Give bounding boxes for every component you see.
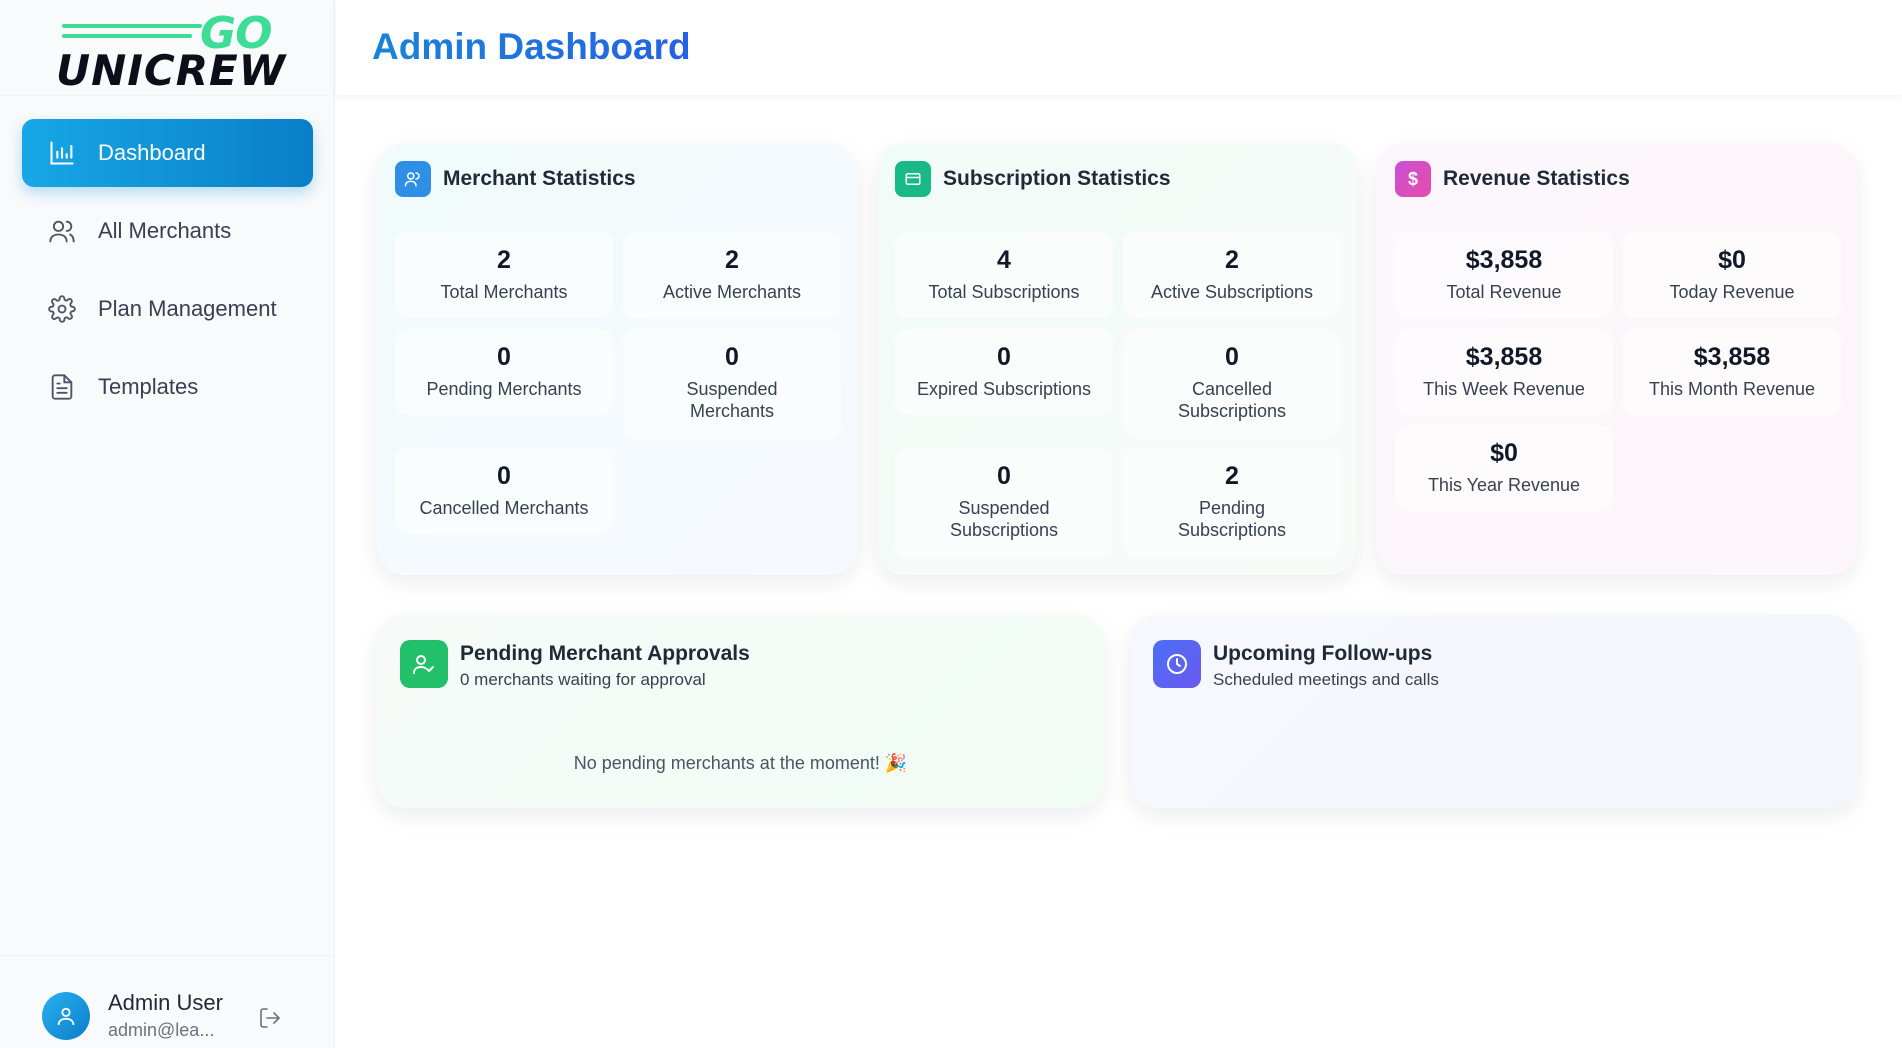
stat-label: Today Revenue [1669, 282, 1795, 302]
subscription-statistics-card: Subscription Statistics 4 Total Subscrip… [877, 143, 1357, 575]
stat-label: This Week Revenue [1423, 379, 1585, 399]
logo-speed-lines [62, 24, 202, 44]
bar-chart-icon [46, 137, 78, 169]
stat-expired-subscriptions: 0 Expired Subscriptions [895, 329, 1113, 415]
stat-total-subscriptions: 4 Total Subscriptions [895, 232, 1113, 318]
card-subtitle: Scheduled meetings and calls [1213, 670, 1439, 689]
user-name: Admin User [108, 990, 223, 1015]
gear-icon [46, 293, 78, 325]
stat-value: 4 [997, 246, 1011, 274]
stat-value: 0 [725, 343, 739, 371]
stat-label: Suspended Merchants [686, 379, 778, 421]
stat-value: 2 [497, 246, 511, 274]
card-title: Upcoming Follow-ups [1213, 642, 1433, 665]
logout-icon[interactable] [258, 1006, 282, 1030]
brand-logo[interactable]: GO UNICREW [56, 8, 286, 95]
stat-label: Cancelled Merchants [419, 498, 589, 518]
card-title: Subscription Statistics [943, 167, 1171, 190]
stat-label: This Month Revenue [1648, 379, 1816, 399]
stat-year-revenue: $0 This Year Revenue [1395, 425, 1613, 511]
stat-label: This Year Revenue [1427, 475, 1581, 495]
sidebar-item-plan-management[interactable]: Plan Management [22, 275, 313, 343]
card-title: Revenue Statistics [1443, 167, 1630, 190]
stat-active-merchants: 2 Active Merchants [623, 232, 841, 318]
stat-value: $0 [1718, 246, 1746, 274]
stat-week-revenue: $3,858 This Week Revenue [1395, 329, 1613, 415]
clock-icon [1153, 640, 1201, 688]
user-check-icon [400, 640, 448, 688]
stat-value: 2 [1225, 462, 1239, 490]
sidebar-item-label: Dashboard [98, 140, 206, 165]
stat-label: Suspended Subscriptions [949, 498, 1059, 540]
stat-value: $0 [1490, 439, 1518, 467]
followups-card: Upcoming Follow-ups Scheduled meetings a… [1130, 615, 1857, 808]
stat-label: Active Merchants [662, 282, 802, 302]
dollar-icon: $ [1395, 161, 1431, 197]
stat-value: 0 [997, 343, 1011, 371]
avatar[interactable] [42, 992, 90, 1040]
stat-month-revenue: $3,858 This Month Revenue [1623, 329, 1841, 415]
sidebar-item-label: Templates [98, 374, 199, 399]
stat-label: Expired Subscriptions [916, 379, 1092, 399]
merchant-statistics-card: Merchant Statistics 2 Total Merchants 2 … [377, 143, 857, 575]
stat-value: 0 [497, 343, 511, 371]
stat-pending-subscriptions: 2 Pending Subscriptions [1123, 448, 1341, 558]
stat-value: 0 [997, 462, 1011, 490]
stat-label: Active Subscriptions [1150, 282, 1314, 302]
stat-label: Cancelled Subscriptions [1177, 379, 1287, 421]
logo-divider [0, 95, 335, 96]
revenue-statistics-card: $ Revenue Statistics $3,858 Total Revenu… [1377, 143, 1857, 575]
empty-state-message: No pending merchants at the moment! 🎉 [573, 753, 908, 773]
stat-label: Pending Merchants [426, 379, 582, 399]
stat-today-revenue: $0 Today Revenue [1623, 232, 1841, 318]
stat-total-merchants: 2 Total Merchants [395, 232, 613, 318]
stat-cancelled-subscriptions: 0 Cancelled Subscriptions [1123, 329, 1341, 439]
sidebar-item-label: All Merchants [98, 218, 232, 243]
stat-value: 2 [1225, 246, 1239, 274]
pending-approvals-card: Pending Merchant Approvals 0 merchants w… [377, 615, 1104, 808]
user-email: admin@lea... [108, 1020, 215, 1040]
stat-label: Pending Subscriptions [1177, 498, 1287, 540]
users-icon [46, 215, 78, 247]
stat-total-revenue: $3,858 Total Revenue [1395, 232, 1613, 318]
stat-active-subscriptions: 2 Active Subscriptions [1123, 232, 1341, 318]
page-header: Admin Dashboard [336, 0, 1902, 95]
document-icon [46, 371, 78, 403]
card-title: Pending Merchant Approvals [460, 642, 750, 665]
users-icon [395, 161, 431, 197]
page-title: Admin Dashboard [372, 26, 691, 67]
user-icon [57, 1007, 75, 1026]
stat-value: $3,858 [1693, 343, 1771, 371]
sidebar-item-all-merchants[interactable]: All Merchants [22, 197, 313, 265]
logo-wordmark: UNICREW [56, 46, 287, 95]
stat-value: $3,858 [1465, 246, 1543, 274]
stat-suspended-merchants: 0 Suspended Merchants [623, 329, 841, 439]
credit-card-icon [895, 161, 931, 197]
card-title: Merchant Statistics [443, 167, 636, 190]
stat-value: $3,858 [1465, 343, 1543, 371]
sidebar: GO UNICREW Dashboard All Merchants Plan … [0, 0, 335, 1048]
stat-pending-merchants: 0 Pending Merchants [395, 329, 613, 415]
stat-cancelled-merchants: 0 Cancelled Merchants [395, 448, 613, 534]
user-profile-footer: Admin User admin@lea... [0, 955, 335, 1048]
stat-value: 0 [1225, 343, 1239, 371]
stat-value: 0 [497, 462, 511, 490]
sidebar-item-label: Plan Management [98, 296, 277, 321]
stat-label: Total Merchants [440, 282, 568, 302]
card-subtitle: 0 merchants waiting for approval [460, 670, 706, 689]
stat-label: Total Subscriptions [928, 282, 1080, 302]
stat-label: Total Revenue [1446, 282, 1562, 302]
stat-suspended-subscriptions: 0 Suspended Subscriptions [895, 448, 1113, 558]
stat-value: 2 [725, 246, 739, 274]
sidebar-item-dashboard[interactable]: Dashboard [22, 119, 313, 187]
sidebar-nav: Dashboard All Merchants Plan Management … [22, 119, 313, 431]
sidebar-item-templates[interactable]: Templates [22, 353, 313, 421]
